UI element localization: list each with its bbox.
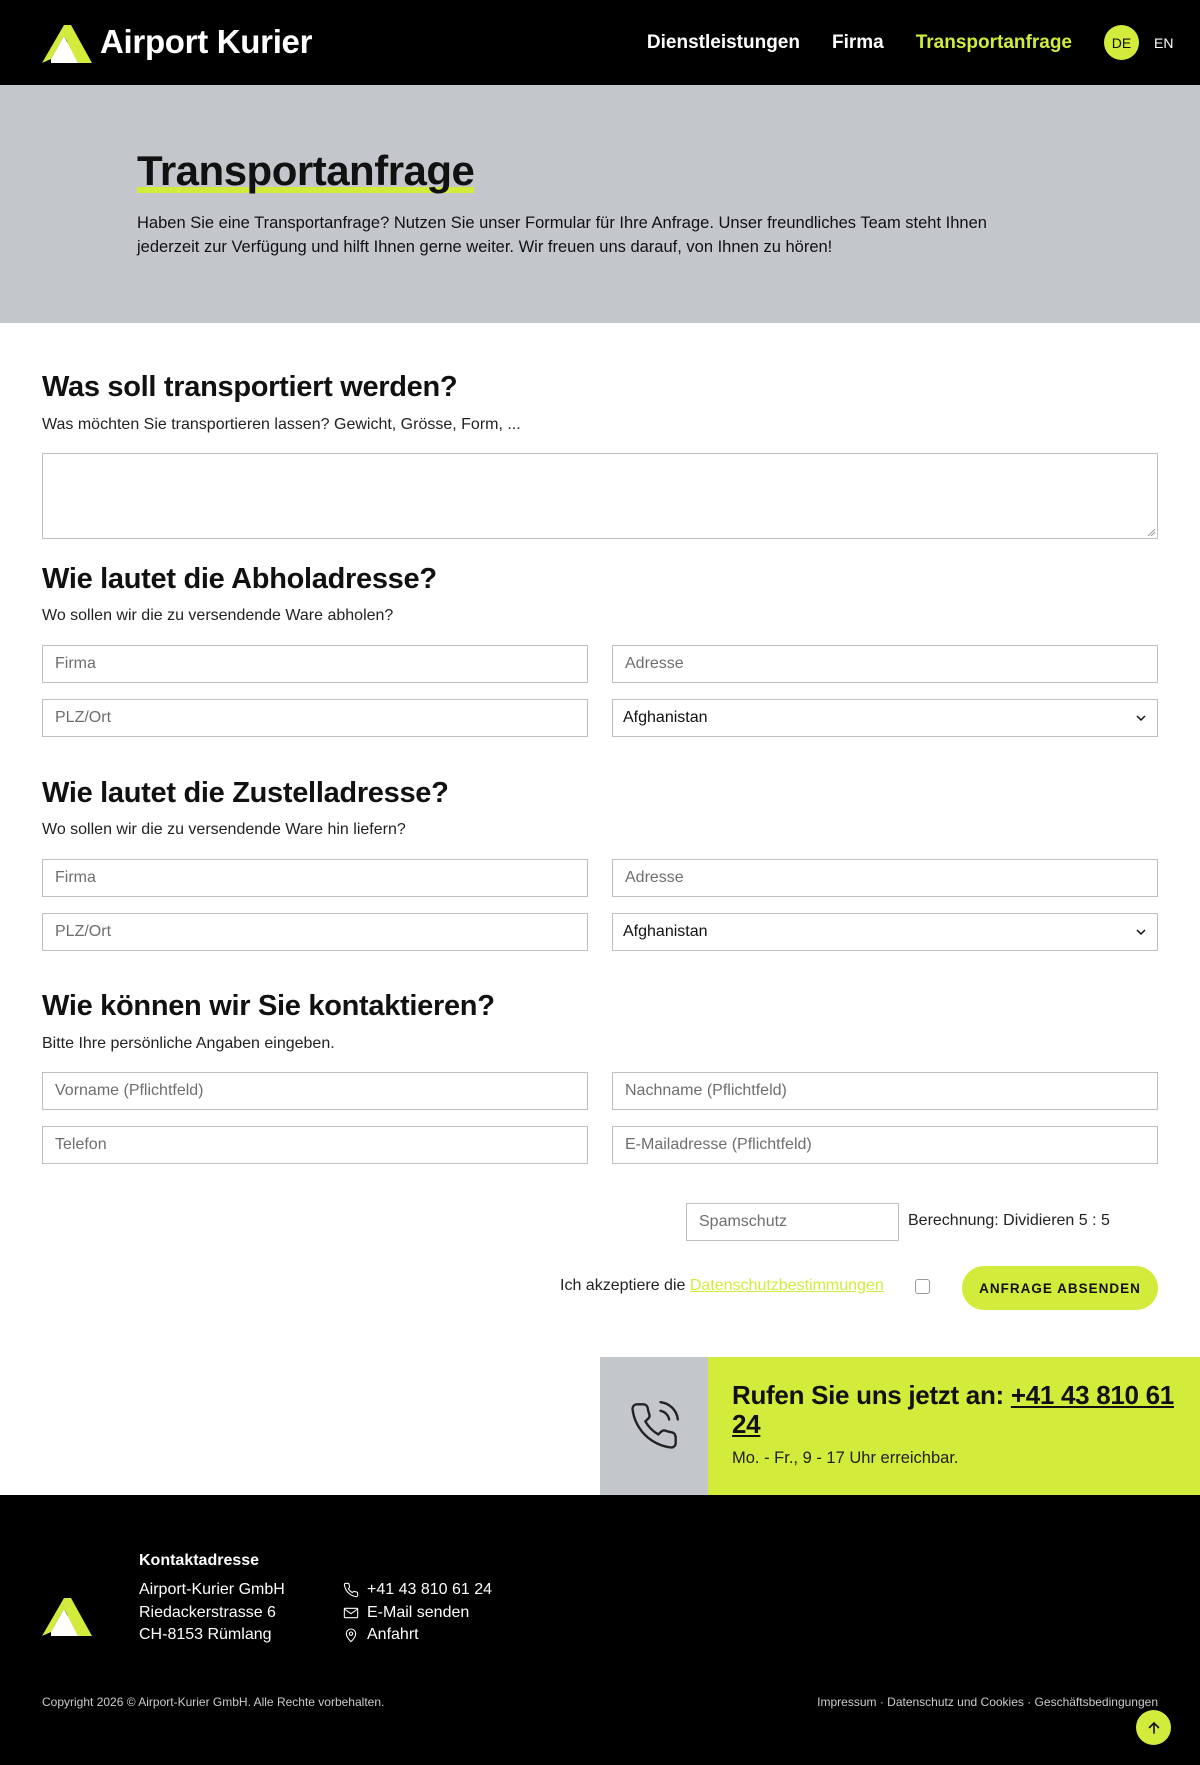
footer-street: Riedackerstrasse 6 xyxy=(139,1603,276,1621)
logo-icon xyxy=(42,25,92,63)
firstname-input[interactable] xyxy=(55,1082,575,1100)
back-to-top-button[interactable] xyxy=(1136,1710,1171,1745)
pickup-address-field[interactable] xyxy=(612,645,1158,683)
privacy-link[interactable]: Datenschutzbestimmungen xyxy=(690,1277,884,1294)
transport-description-textarea[interactable] xyxy=(42,453,1158,539)
delivery-section-title: Wie lautet die Zustelladresse? xyxy=(42,777,449,809)
pickup-country-value: Afghanistan xyxy=(623,709,708,726)
delivery-zip-input[interactable] xyxy=(55,923,575,941)
site-header: Airport Kurier Dienstleistungen Firma Tr… xyxy=(0,0,1200,85)
call-title: Rufen Sie uns jetzt an: +41 43 810 61 24 xyxy=(732,1380,1174,1439)
lastname-field[interactable] xyxy=(612,1072,1158,1110)
nav-item-transportanfrage[interactable]: Transportanfrage xyxy=(916,32,1072,54)
chevron-down-icon xyxy=(1136,715,1146,722)
footer-city: CH-8153 Rümlang xyxy=(139,1626,272,1643)
hero-intro-text: Haben Sie eine Transportanfrage? Nutzen … xyxy=(137,214,987,256)
phone-field[interactable] xyxy=(42,1126,588,1164)
resize-grip-icon[interactable] xyxy=(1147,528,1155,536)
delivery-zip-field[interactable] xyxy=(42,913,588,951)
transport-section-title: Was soll transportiert werden? xyxy=(42,371,458,403)
phone-icon xyxy=(343,1583,359,1598)
footer-directions-link[interactable]: Anfahrt xyxy=(343,1624,492,1647)
firstname-field[interactable] xyxy=(42,1072,588,1110)
lang-de-button[interactable]: DE xyxy=(1104,25,1139,60)
pickup-zip-input[interactable] xyxy=(55,709,575,727)
site-footer: Kontaktadresse Airport-Kurier GmbH Rieda… xyxy=(0,1495,1200,1765)
email-field[interactable] xyxy=(612,1126,1158,1164)
pickup-section-title: Wie lautet die Abholadresse? xyxy=(42,563,437,595)
footer-phone-link[interactable]: +41 43 810 61 24 xyxy=(343,1579,492,1602)
chevron-down-icon xyxy=(1136,929,1146,936)
lastname-input[interactable] xyxy=(625,1082,1145,1100)
nav-item-dienstleistungen[interactable]: Dienstleistungen xyxy=(647,32,800,54)
pickup-zip-field[interactable] xyxy=(42,699,588,737)
pickup-address-input[interactable] xyxy=(625,655,1145,673)
brand-name: Airport Kurier xyxy=(100,23,313,60)
contact-section-title: Wie können wir Sie kontaktieren? xyxy=(42,990,495,1022)
delivery-company-input[interactable] xyxy=(55,869,575,887)
map-pin-icon xyxy=(345,1628,357,1643)
footer-logo-icon[interactable] xyxy=(42,1594,92,1636)
main-nav: Dienstleistungen Firma Transportanfrage … xyxy=(647,0,1200,85)
footer-company: Airport-Kurier GmbH xyxy=(139,1581,285,1598)
spam-protection-input[interactable] xyxy=(699,1213,886,1231)
phone-input[interactable] xyxy=(55,1136,575,1154)
call-hours: Mo. - Fr., 9 - 17 Uhr erreichbar. xyxy=(732,1449,959,1467)
privacy-consent: Ich akzeptiere die Datenschutzbestimmung… xyxy=(560,1277,884,1295)
delivery-address-input[interactable] xyxy=(625,869,1145,887)
email-input[interactable] xyxy=(625,1136,1145,1154)
delivery-country-select[interactable]: Afghanistan xyxy=(612,913,1158,951)
footer-contacts: +41 43 810 61 24 E-Mail senden Anfahrt xyxy=(343,1579,492,1647)
footer-heading: Kontaktadresse xyxy=(139,1552,260,1569)
phone-call-icon xyxy=(631,1400,680,1449)
call-banner: Rufen Sie uns jetzt an: +41 43 810 61 24… xyxy=(708,1357,1200,1495)
arrow-up-icon xyxy=(1148,1721,1159,1734)
pickup-section-subtitle: Wo sollen wir die zu versendende Ware ab… xyxy=(42,607,394,624)
delivery-company-field[interactable] xyxy=(42,859,588,897)
spam-calculation-label: Berechnung: Dividieren 5 : 5 xyxy=(908,1212,1110,1229)
footer-legal-links[interactable]: Impressum · Datenschutz und Cookies · Ge… xyxy=(817,1695,1158,1709)
submit-request-button[interactable]: ANFRAGE ABSENDEN xyxy=(962,1266,1158,1310)
privacy-prefix: Ich akzeptiere die xyxy=(560,1277,690,1294)
contact-section-subtitle: Bitte Ihre persönliche Angaben eingeben. xyxy=(42,1035,335,1052)
brand-logo[interactable]: Airport Kurier xyxy=(42,21,312,63)
spam-protection-field[interactable] xyxy=(686,1203,899,1241)
transport-section-subtitle: Was möchten Sie transportieren lassen? G… xyxy=(42,416,521,433)
privacy-checkbox[interactable] xyxy=(915,1279,930,1294)
call-icon-box xyxy=(600,1357,708,1495)
footer-copyright: Copyright 2026 © Airport-Kurier GmbH. Al… xyxy=(42,1695,385,1709)
pickup-company-field[interactable] xyxy=(42,645,588,683)
delivery-country-value: Afghanistan xyxy=(623,923,708,940)
delivery-section-subtitle: Wo sollen wir die zu versendende Ware hi… xyxy=(42,821,406,838)
footer-email-link[interactable]: E-Mail senden xyxy=(343,1602,492,1625)
lang-en-button[interactable]: EN xyxy=(1154,35,1174,51)
mail-icon xyxy=(343,1607,359,1618)
hero-section: Transportanfrage Haben Sie eine Transpor… xyxy=(0,85,1200,323)
page-title: Transportanfrage xyxy=(137,147,475,194)
pickup-company-input[interactable] xyxy=(55,655,575,673)
nav-item-firma[interactable]: Firma xyxy=(832,32,884,54)
delivery-address-field[interactable] xyxy=(612,859,1158,897)
pickup-country-select[interactable]: Afghanistan xyxy=(612,699,1158,737)
footer-address: Airport-Kurier GmbH Riedackerstrasse 6 C… xyxy=(139,1579,285,1647)
